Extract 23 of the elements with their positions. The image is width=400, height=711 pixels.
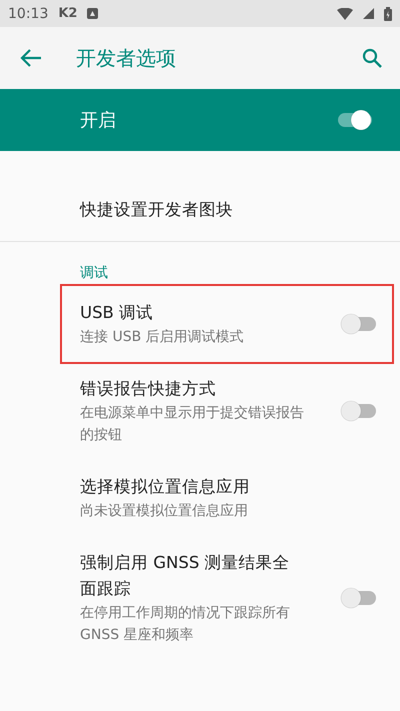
setting-title[interactable]: 错误报告快捷方式 bbox=[80, 376, 306, 402]
search-button[interactable] bbox=[362, 48, 382, 68]
setting-summary: 连接 USB 后启用调试模式 bbox=[80, 328, 245, 347]
time: 10:13 bbox=[8, 6, 48, 22]
setting-title[interactable]: 强制启用 GNSS 测量结果全面跟踪 bbox=[80, 550, 306, 602]
back-button[interactable] bbox=[20, 49, 42, 67]
page-title: 开发者选项 bbox=[76, 44, 177, 72]
setting-title[interactable]: 选择模拟位置信息应用 bbox=[80, 474, 306, 500]
carrier-label: K2 bbox=[58, 6, 78, 21]
master-switch-label: 开启 bbox=[80, 109, 117, 132]
setting-title[interactable]: 快捷设置开发者图块 bbox=[80, 197, 306, 223]
signal-icon bbox=[363, 8, 374, 19]
battery-icon bbox=[384, 6, 392, 20]
toggle-switch[interactable] bbox=[338, 398, 378, 424]
setting-title[interactable]: USB 调试 bbox=[80, 300, 306, 326]
setting-summary: 在停用工作周期的情况下跟踪所有 GNSS 星座和频率 bbox=[80, 604, 291, 645]
wifi-icon bbox=[337, 8, 353, 20]
toggle-switch[interactable] bbox=[338, 585, 378, 611]
notification-icon bbox=[87, 8, 98, 19]
setting-summary: 尚未设置模拟位置信息应用 bbox=[80, 502, 249, 521]
toggle-switch[interactable] bbox=[338, 311, 378, 337]
setting-summary: 在电源菜单中显示用于提交错误报告的按钮 bbox=[80, 404, 305, 445]
category-header: 调试 bbox=[79, 264, 109, 283]
